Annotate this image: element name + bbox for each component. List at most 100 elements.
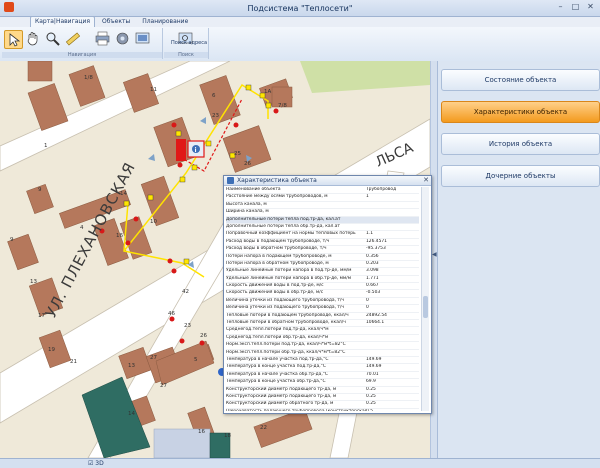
property-value[interactable]: 1.1: [366, 231, 419, 237]
object-state-button[interactable]: Состояние объекта: [441, 69, 600, 91]
close-icon[interactable]: ✕: [585, 2, 596, 12]
object-characteristics-button[interactable]: Характеристики объекта: [441, 101, 600, 123]
property-value[interactable]: 24892.54: [366, 313, 419, 319]
property-row[interactable]: Температура в конце участка обр.тр-да,°С…: [226, 379, 419, 387]
property-row[interactable]: Температура в начале участка под.тр-да,°…: [226, 357, 419, 365]
property-value[interactable]: [366, 209, 419, 215]
property-value[interactable]: 69.9: [366, 379, 419, 385]
property-name: Конструкторский диаметр обратного тр-да,…: [226, 401, 334, 407]
property-value[interactable]: -0.503: [366, 290, 419, 296]
property-value[interactable]: 0.25: [366, 401, 419, 407]
property-row[interactable]: Потери напора в подающем трубопроводе, м…: [226, 254, 419, 261]
select-arrow-icon[interactable]: [4, 30, 23, 49]
property-value[interactable]: [366, 342, 419, 348]
property-row[interactable]: Конструкторский диаметр подающего тр-да,…: [226, 394, 419, 402]
property-value[interactable]: [366, 327, 419, 333]
property-value[interactable]: [366, 335, 419, 341]
object-history-button[interactable]: История объекта: [441, 133, 600, 155]
tab-objects[interactable]: Объекты: [97, 16, 135, 27]
pan-hand-icon[interactable]: [24, 30, 41, 47]
property-value[interactable]: 0.356: [366, 254, 419, 260]
property-row[interactable]: Дополнительные потери тепла под.тр-да, к…: [226, 216, 419, 224]
property-value[interactable]: 0.25: [366, 387, 419, 393]
property-value[interactable]: [366, 350, 419, 356]
property-value[interactable]: 3.098: [366, 268, 419, 274]
property-row[interactable]: Высота канала, м: [226, 201, 419, 210]
dialog-close-icon[interactable]: ✕: [423, 176, 429, 185]
property-name: Норм.эксп.тепл.потери под.тр-да, ккал/ч*…: [226, 342, 346, 348]
minimize-icon[interactable]: –: [555, 2, 566, 12]
property-value[interactable]: 70.01: [366, 372, 419, 378]
dialog-scrollbar[interactable]: [421, 187, 429, 411]
property-row[interactable]: Удельные линейные потери напора в обр.тр…: [226, 276, 419, 284]
property-row[interactable]: Конструкторский диаметр подающего тр-да,…: [226, 387, 419, 394]
property-row[interactable]: Норм.эксп.тепл.потери обр.тр-да, ккал/ч*…: [226, 350, 419, 357]
property-row[interactable]: Тепловые потери в подающем трубопроводе,…: [226, 313, 419, 321]
screen-icon[interactable]: [134, 30, 151, 47]
svg-text:23: 23: [212, 113, 219, 119]
property-value[interactable]: [366, 217, 419, 223]
svg-text:11: 11: [150, 87, 157, 93]
child-objects-button[interactable]: Дочерние объекты: [441, 165, 600, 187]
property-row[interactable]: Тепловые потери в обратном трубопроводе,…: [226, 320, 419, 328]
svg-text:4: 4: [80, 225, 84, 231]
property-name: Высота канала, м: [226, 201, 267, 207]
dialog-title-bar[interactable]: Характеристика объекта ✕: [224, 176, 431, 186]
property-value[interactable]: 0: [366, 305, 419, 311]
property-row[interactable]: Скорость движения воды в обр.тр-де, м/с -…: [226, 290, 419, 298]
tab-planning[interactable]: Планирование: [137, 16, 193, 27]
property-row[interactable]: Среднегод.тепл.потери под.тр-да, ккал/ч*…: [226, 327, 419, 335]
property-row[interactable]: Шероховатость подающего трубопровода (ко…: [226, 409, 419, 411]
property-value[interactable]: 10664.1: [366, 320, 419, 326]
property-value[interactable]: Трубопровод: [366, 187, 419, 193]
property-row[interactable]: Конструкторский диаметр обратного тр-да,…: [226, 401, 419, 409]
property-row[interactable]: Величина утечки из подающего трубопровод…: [226, 297, 419, 306]
property-value[interactable]: 149.69: [366, 357, 419, 363]
property-value[interactable]: -95.3753: [366, 246, 419, 252]
property-row[interactable]: Расход воды в обратном трубопроводе, т/ч…: [226, 246, 419, 254]
property-value[interactable]: 149.69: [366, 364, 419, 370]
3d-checkbox[interactable]: ☑ 3D: [88, 460, 104, 467]
property-row[interactable]: Дополнительные потери тепла обр.тр-да, к…: [226, 224, 419, 232]
property-grid[interactable]: Наименование объекта Трубопровод Расстояни…: [226, 187, 419, 411]
property-row[interactable]: Расход воды в подающем трубопроводе, т/ч…: [226, 239, 419, 247]
property-row[interactable]: Температура в начале участка обр.тр-да,°…: [226, 372, 419, 380]
selected-object-icon[interactable]: i: [187, 140, 205, 158]
property-value[interactable]: 126.4571: [366, 239, 419, 245]
search-address-button[interactable]: Поиск адреса: [171, 40, 207, 46]
property-row[interactable]: Расстояние между осями трубопроводов, м 1: [226, 194, 419, 202]
property-row[interactable]: Наименование объекта Трубопровод: [226, 187, 419, 195]
property-row[interactable]: Температура в конце участка под.тр-да,°С…: [226, 364, 419, 372]
property-value[interactable]: 0.5: [366, 409, 419, 411]
ruler-icon[interactable]: [64, 30, 81, 47]
property-value[interactable]: 0.667: [366, 283, 419, 289]
svg-text:1: 1: [44, 143, 48, 149]
property-row[interactable]: Ширина канала, м: [226, 209, 419, 217]
print-icon[interactable]: [94, 30, 111, 47]
property-row[interactable]: Поправочный коэффициент на нормы тепловы…: [226, 231, 419, 239]
property-value[interactable]: 1: [366, 194, 419, 200]
scrollbar-thumb[interactable]: [423, 296, 428, 318]
maximize-icon[interactable]: □: [570, 2, 581, 12]
property-name: Потери напора в обратном трубопроводе, м: [226, 260, 329, 266]
property-value[interactable]: [366, 224, 419, 230]
property-value[interactable]: 1.771: [366, 276, 419, 282]
settings-gear-icon[interactable]: [114, 30, 131, 47]
property-row[interactable]: Потери напора в обратном трубопроводе, м…: [226, 260, 419, 269]
property-row[interactable]: Скорость движения воды в под.тр-де, м/с 0…: [226, 283, 419, 291]
property-row[interactable]: Величина утечки из подающего трубопровод…: [226, 305, 419, 313]
property-row[interactable]: Норм.эксп.тепл.потери под.тр-да, ккал/ч*…: [226, 342, 419, 350]
property-value[interactable]: 0.203: [366, 261, 419, 267]
property-value[interactable]: 0.25: [366, 394, 419, 400]
property-value[interactable]: [366, 202, 419, 208]
svg-text:42: 42: [182, 289, 189, 295]
title-bar: Подсистема "Теплосети" – □ ✕: [0, 0, 600, 17]
heat-source-marker[interactable]: [176, 139, 186, 161]
property-name: Величина утечки из подающего трубопровод…: [226, 297, 345, 303]
zoom-magnifier-icon[interactable]: [44, 30, 61, 47]
property-row[interactable]: Среднегод.тепл.потери обр.тр-да, ккал/ч*…: [226, 335, 419, 343]
collapse-arrow-icon[interactable]: ◀: [432, 251, 437, 258]
property-row[interactable]: Удельные линейные потери напора в под.тр…: [226, 268, 419, 276]
property-value[interactable]: 0: [366, 298, 419, 304]
tab-map-navigation[interactable]: Карта|Навигация: [30, 16, 95, 27]
